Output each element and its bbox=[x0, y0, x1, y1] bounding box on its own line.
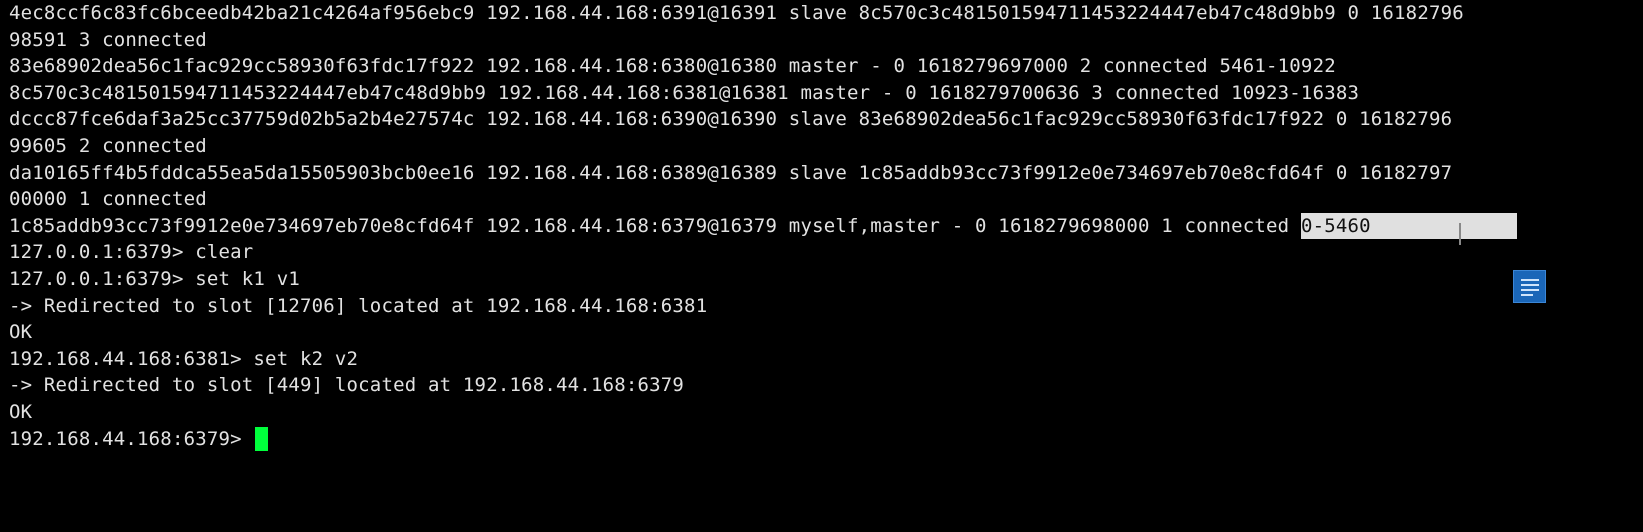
terminal-line: 98591 3 connected bbox=[9, 28, 207, 51]
notes-icon-line bbox=[1521, 279, 1539, 281]
notes-icon-line bbox=[1521, 284, 1539, 286]
ibeam-cursor-icon bbox=[1459, 223, 1461, 245]
terminal-line: 99605 2 connected bbox=[9, 134, 207, 157]
notes-icon[interactable] bbox=[1513, 270, 1546, 303]
terminal-window[interactable]: 4ec8ccf6c83fc6bceedb42ba21c4264af956ebc9… bbox=[0, 0, 1643, 532]
terminal-line: 8c570c3c481501594711453224447eb47c48d9bb… bbox=[9, 81, 1360, 104]
terminal-line: -> Redirected to slot [449] located at 1… bbox=[9, 374, 685, 397]
terminal-line: 83e68902dea56c1fac929cc58930f63fdc17f922… bbox=[9, 55, 1336, 78]
terminal-line: OK bbox=[9, 321, 33, 344]
notes-icon-line bbox=[1521, 294, 1533, 296]
prompt-text: 192.168.44.168:6379> bbox=[9, 427, 254, 450]
terminal-line-myself: 1c85addb93cc73f9912e0e734697eb70e8cfd64f… bbox=[9, 212, 1639, 240]
myself-line-text: 1c85addb93cc73f9912e0e734697eb70e8cfd64f… bbox=[9, 214, 1301, 237]
terminal-line: 4ec8ccf6c83fc6bceedb42ba21c4264af956ebc9… bbox=[9, 2, 1464, 24]
terminal-line: 127.0.0.1:6379> clear bbox=[9, 241, 254, 264]
terminal-line: da10165ff4b5fddca55ea5da15505903bcb0ee16… bbox=[9, 161, 1453, 184]
text-cursor bbox=[255, 427, 269, 451]
terminal-prompt-line[interactable]: 192.168.44.168:6379> bbox=[9, 426, 1639, 453]
selected-text[interactable]: 0-5460 bbox=[1300, 212, 1517, 239]
terminal-line: dccc87fce6daf3a25cc37759d02b5a2b4e27574c… bbox=[9, 108, 1453, 131]
terminal-line: 192.168.44.168:6381> set k2 v2 bbox=[9, 347, 359, 370]
terminal-line: -> Redirected to slot [12706] located at… bbox=[9, 294, 708, 317]
terminal-line: 127.0.0.1:6379> set k1 v1 bbox=[9, 267, 300, 290]
notes-icon-line bbox=[1521, 289, 1539, 291]
terminal-output: 4ec8ccf6c83fc6bceedb42ba21c4264af956ebc9… bbox=[9, 0, 1639, 452]
terminal-line: 00000 1 connected bbox=[9, 188, 207, 211]
terminal-line: OK bbox=[9, 400, 33, 423]
